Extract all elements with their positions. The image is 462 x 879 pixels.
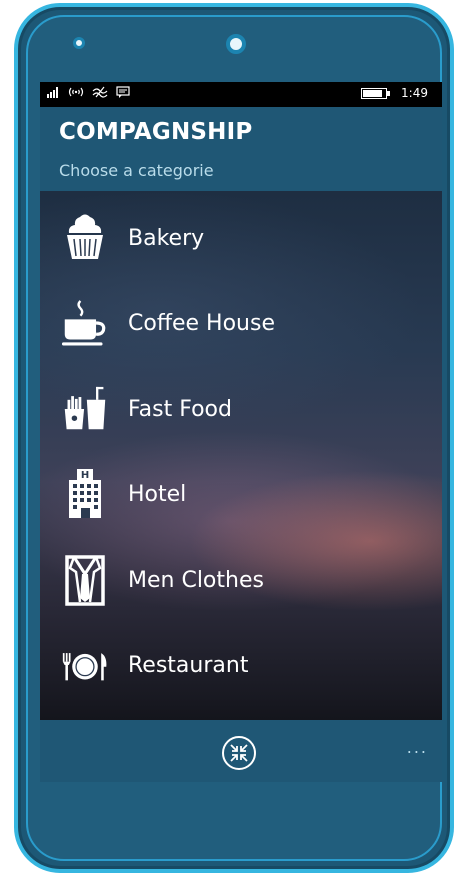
app-header: COMPAGNSHIP Choose a categorie	[40, 107, 442, 191]
clock: 1:49	[401, 86, 428, 100]
category-item-coffee-house[interactable]: Coffee House	[40, 283, 442, 363]
front-camera	[226, 34, 246, 54]
hotel-building-icon: H	[62, 469, 108, 519]
more-options-button[interactable]: ...	[407, 738, 428, 757]
fast-food-icon	[62, 384, 108, 434]
category-list: Bakery Coffee House Fast Food H Hotel Me…	[40, 191, 442, 720]
plate-cutlery-icon	[62, 640, 108, 690]
coffee-cup-icon	[62, 298, 108, 348]
category-label: Bakery	[128, 225, 205, 251]
compress-arrows-icon	[230, 744, 248, 762]
page-subtitle: Choose a categorie	[59, 161, 214, 180]
signal-icon	[47, 87, 58, 98]
data-sense-icon	[92, 86, 108, 98]
category-item-men-clothes[interactable]: Men Clothes	[40, 540, 442, 620]
suit-icon	[62, 555, 108, 606]
phone-screen: 1:49 COMPAGNSHIP Choose a categorie Bake…	[40, 82, 442, 782]
battery-level	[363, 89, 383, 97]
category-label: Hotel	[128, 481, 187, 507]
battery-icon	[361, 87, 391, 99]
status-bar: 1:49	[40, 82, 442, 107]
message-icon	[116, 86, 130, 98]
compress-button[interactable]	[222, 736, 256, 770]
category-label: Restaurant	[128, 652, 249, 678]
category-item-hotel[interactable]: H Hotel	[40, 454, 442, 534]
category-label: Men Clothes	[128, 567, 264, 593]
cupcake-icon	[62, 213, 108, 263]
svg-text:H: H	[81, 470, 89, 481]
app-bar: ...	[40, 720, 442, 782]
category-item-bakery[interactable]: Bakery	[40, 198, 442, 278]
app-title: COMPAGNSHIP	[59, 119, 253, 145]
proximity-sensor	[73, 37, 85, 49]
category-label: Fast Food	[128, 396, 232, 422]
wifi-icon	[68, 87, 84, 97]
category-item-restaurant[interactable]: Restaurant	[40, 625, 442, 705]
category-label: Coffee House	[128, 310, 275, 336]
category-item-fast-food[interactable]: Fast Food	[40, 369, 442, 449]
